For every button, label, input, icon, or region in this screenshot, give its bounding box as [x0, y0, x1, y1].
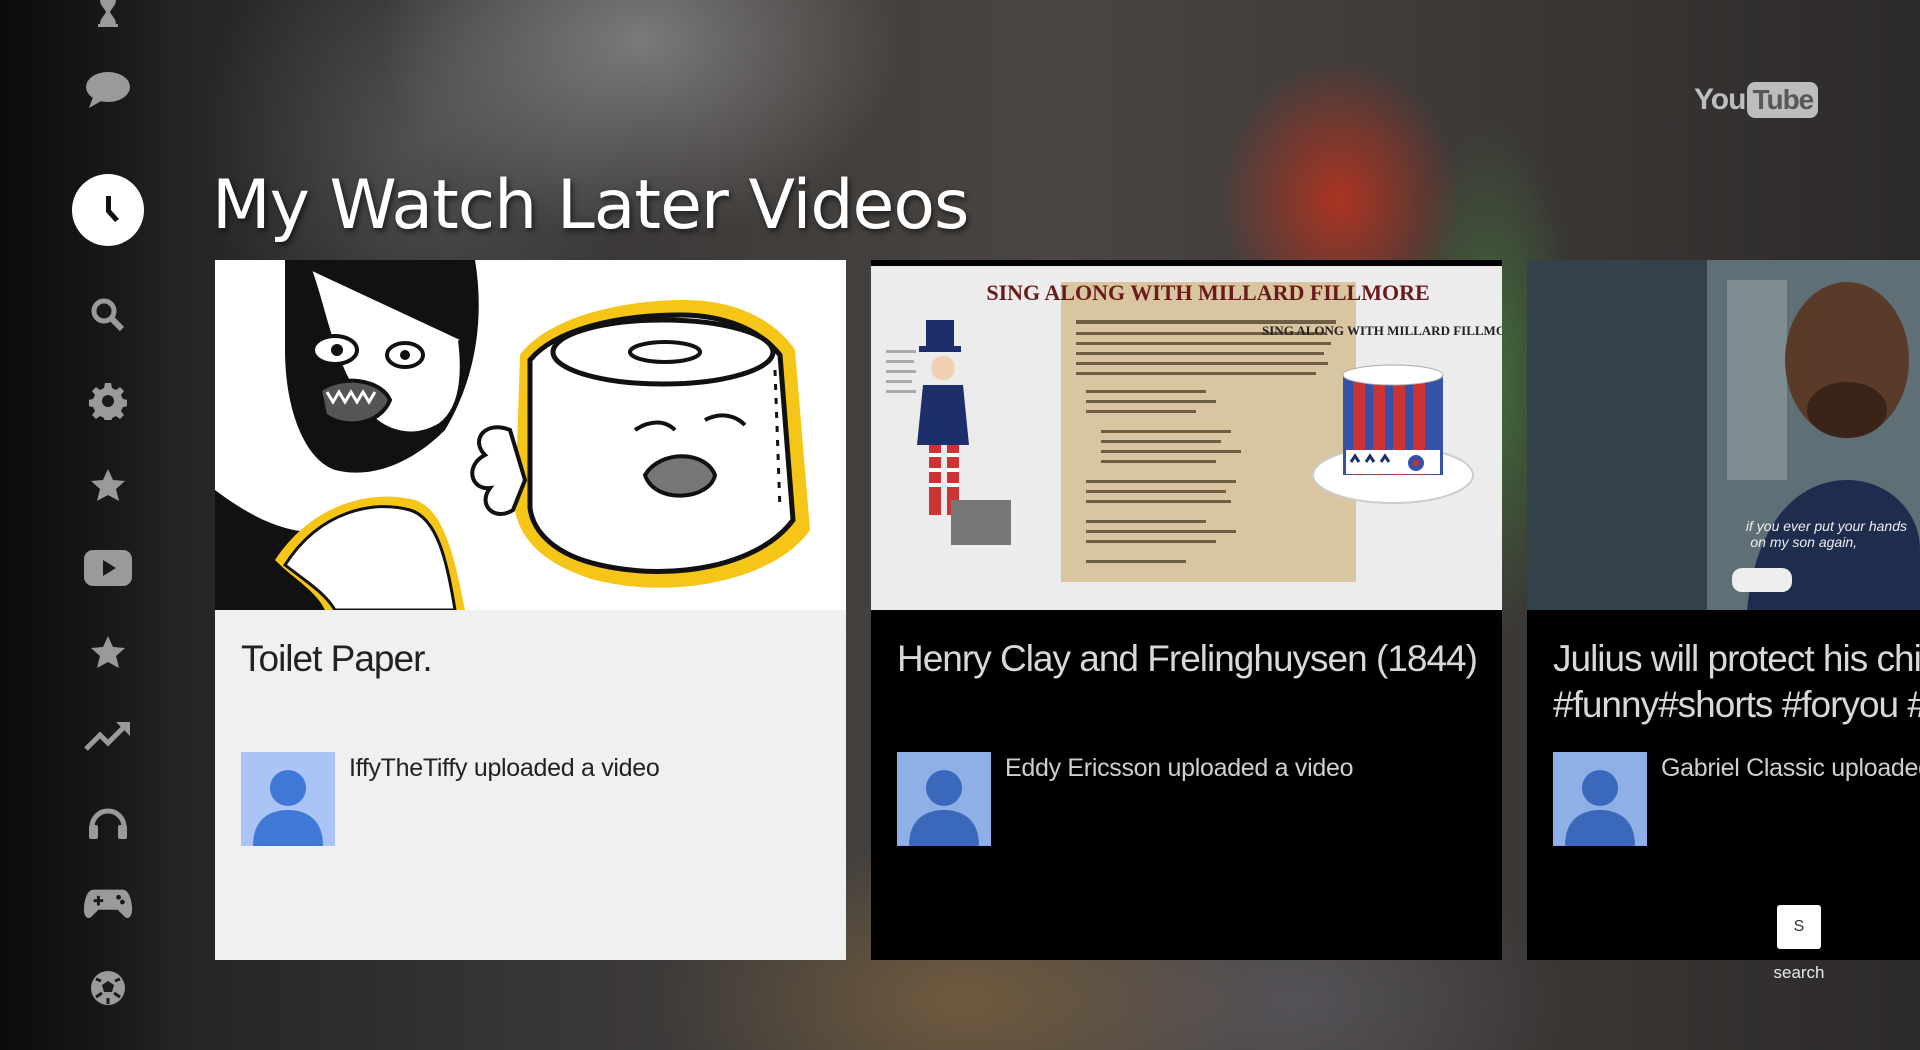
- star-icon[interactable]: [84, 629, 132, 677]
- search-icon[interactable]: [84, 291, 132, 339]
- chat-bubble-icon[interactable]: [84, 66, 132, 114]
- soccer-ball-icon[interactable]: [84, 964, 132, 1012]
- watch-later-clock-icon[interactable]: [72, 174, 144, 246]
- star-icon[interactable]: [84, 462, 132, 510]
- youtube-play-icon[interactable]: [84, 544, 132, 592]
- logo-tube-text: Tube: [1747, 82, 1819, 118]
- sidebar-nav: [0, 0, 180, 1050]
- page-title: My Watch Later Videos: [212, 166, 969, 245]
- video-card[interactable]: SING ALONG WITH MILLARD FILLMORE SING AL…: [871, 260, 1502, 960]
- thumb-banner-text: SING ALONG WITH MILLARD FILLMORE: [986, 280, 1429, 305]
- youtube-logo: You Tube: [1694, 80, 1819, 120]
- logo-you-text: You: [1694, 83, 1746, 116]
- video-thumbnail: SING ALONG WITH MILLARD FILLMORE SING AL…: [871, 260, 1502, 610]
- trending-icon[interactable]: [84, 711, 132, 759]
- video-title: Toilet Paper.: [241, 638, 433, 679]
- hourglass-icon[interactable]: [84, 0, 132, 36]
- gear-icon[interactable]: [84, 377, 132, 425]
- thumb-side-text: SING ALONG WITH MILLARD FILLMORE: [1262, 323, 1502, 338]
- channel-avatar: [241, 752, 335, 846]
- channel-avatar: [1553, 752, 1647, 846]
- video-card[interactable]: Toilet Paper. IffyTheTiffy uploaded a vi…: [215, 260, 846, 960]
- video-title-line-1: Julius will protect his chi: [1553, 638, 1920, 679]
- gamepad-icon[interactable]: [84, 880, 132, 928]
- thumb-subtitle-1: if you ever put your hands: [1746, 518, 1907, 534]
- video-thumbnail: [215, 260, 846, 610]
- uploader-text: Gabriel Classic uploaded: [1661, 754, 1920, 782]
- uploader-text: IffyTheTiffy uploaded a video: [349, 754, 660, 782]
- search-key-hint[interactable]: S: [1777, 905, 1821, 949]
- video-title-line-2: #funny#shorts #foryou #: [1553, 684, 1920, 725]
- thumb-subtitle-2: on my son again,: [1750, 534, 1857, 550]
- channel-avatar: [897, 752, 991, 846]
- video-card[interactable]: if you ever put your hands on my son aga…: [1527, 260, 1920, 960]
- search-hint-label: search: [1773, 963, 1825, 982]
- video-thumbnail: if you ever put your hands on my son aga…: [1527, 260, 1920, 610]
- video-title: Henry Clay and Frelinghuysen (1844): [897, 638, 1478, 679]
- headphones-icon[interactable]: [84, 796, 132, 844]
- uploader-text: Eddy Ericsson uploaded a video: [1005, 754, 1354, 782]
